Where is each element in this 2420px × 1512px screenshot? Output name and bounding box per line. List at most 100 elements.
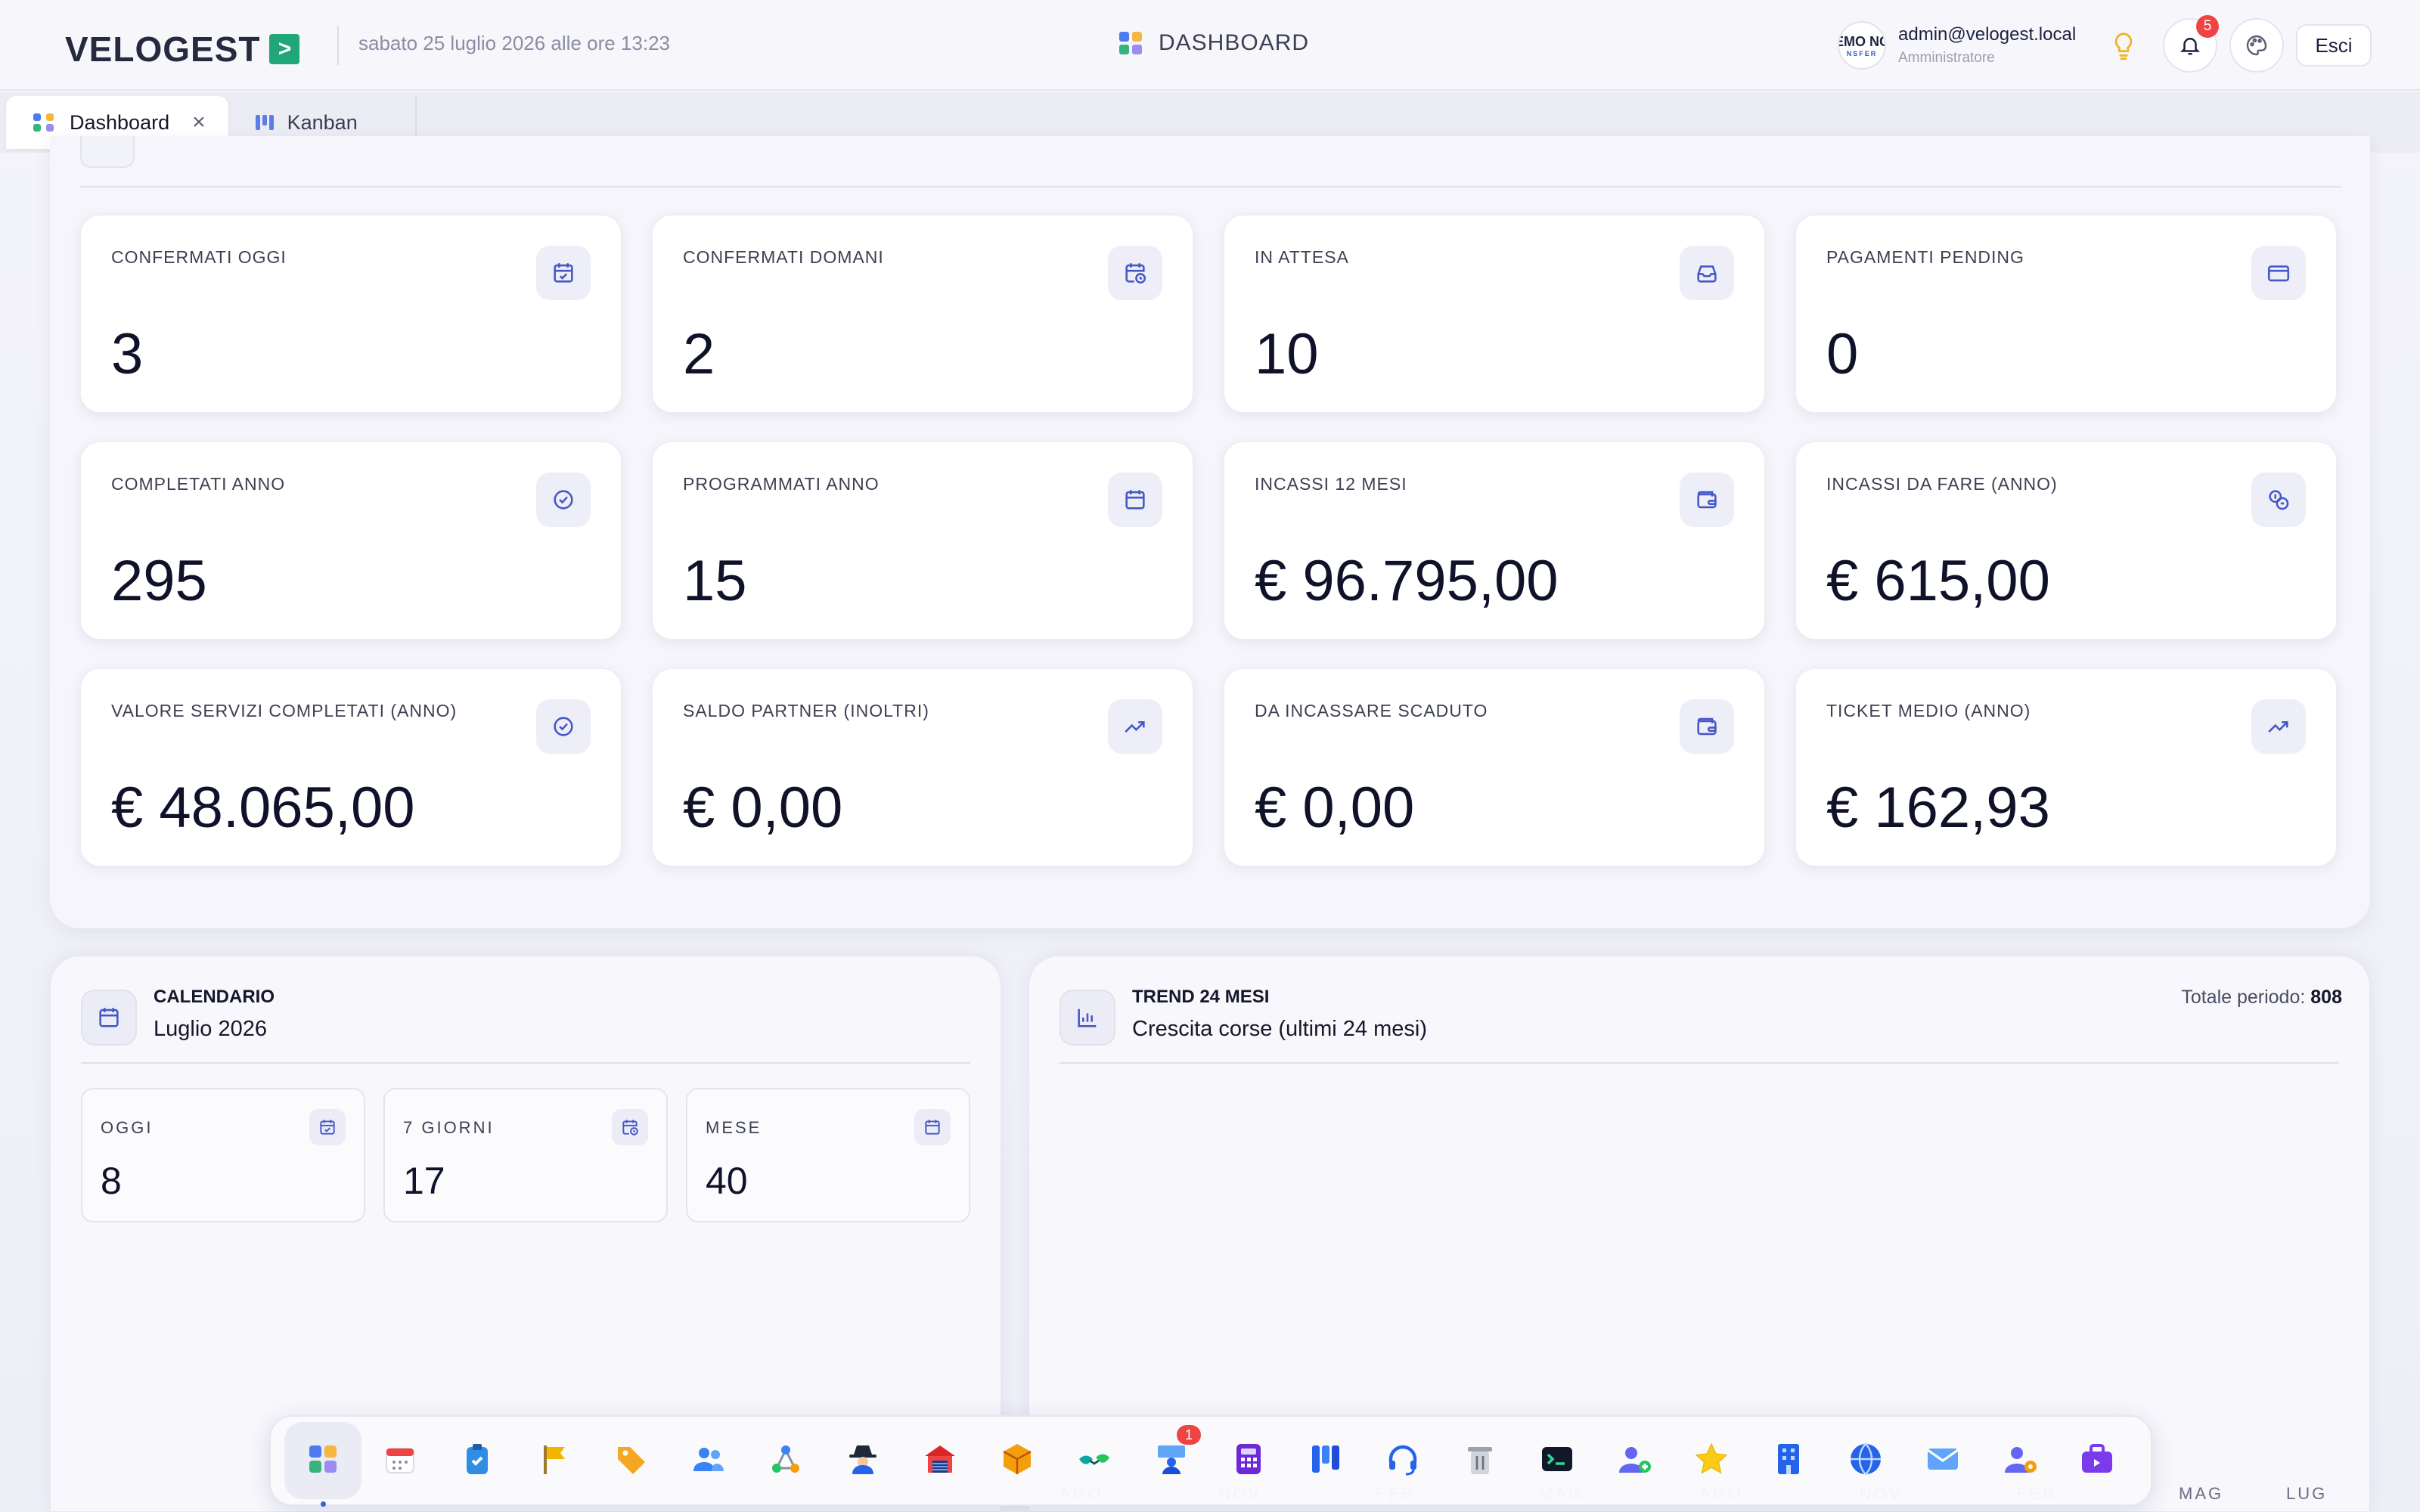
dock-item-handshake[interactable] <box>1056 1422 1133 1499</box>
dock-item-tag[interactable] <box>593 1422 670 1499</box>
dock-item-briefcase[interactable] <box>2059 1422 2136 1499</box>
dock-item-kanban[interactable] <box>1287 1422 1364 1499</box>
kpi-card-incassi-da-fare[interactable]: INCASSI DA FARE (ANNO) € 615,00 <box>1795 442 2337 640</box>
notifications-button[interactable]: 5 <box>2163 15 2219 73</box>
dock-item-spy[interactable] <box>824 1422 901 1499</box>
kpi-label: SALDO PARTNER (INOLTRI) <box>683 701 929 720</box>
kpi-card-saldo-partner[interactable]: SALDO PARTNER (INOLTRI) € 0,00 <box>652 668 1193 866</box>
dock-item-building[interactable] <box>1750 1422 1827 1499</box>
calendar-month-title: Luglio 2026 <box>154 1017 267 1041</box>
terminal-icon <box>1539 1441 1575 1481</box>
trend-kicker: TREND 24 MESI <box>1132 987 1270 1007</box>
dock-item-clipboard[interactable] <box>439 1422 516 1499</box>
kpi-grid: CONFERMATI OGGI 3 CONFERMATI DOMANI 2 IN… <box>80 215 2337 866</box>
kpi-value: € 0,00 <box>683 776 843 840</box>
avatar[interactable]: EMO NC NSFER <box>1838 21 1886 70</box>
user-info: admin@velogest.local Amministratore <box>1898 24 2076 67</box>
dock-item-dashboard-grid[interactable] <box>284 1422 361 1507</box>
dock-item-presenter[interactable]: 1 <box>1133 1422 1210 1499</box>
active-indicator <box>321 1501 326 1507</box>
kpi-label: PROGRAMMATI ANNO <box>683 474 880 494</box>
kpi-card-da-incassare-scaduto[interactable]: DA INCASSARE SCADUTO € 0,00 <box>1224 668 1765 866</box>
mail-icon <box>1925 1441 1961 1481</box>
dock-item-calendar[interactable] <box>361 1422 439 1499</box>
dock-item-user-settings[interactable] <box>1981 1422 2059 1499</box>
network-icon <box>768 1441 804 1481</box>
calendar-clock-icon <box>1108 246 1162 300</box>
kpi-value: 3 <box>111 322 144 386</box>
wallet-icon <box>1680 699 1734 754</box>
dock-badge: 1 <box>1177 1425 1201 1445</box>
briefcase-icon <box>2079 1441 2115 1481</box>
user-email: admin@velogest.local <box>1898 24 2077 45</box>
presenter-icon <box>1153 1441 1190 1481</box>
kpi-label: IN ATTESA <box>1255 247 1349 267</box>
trending-up-icon <box>1108 699 1162 754</box>
calendar-summary: OGGI 8 7 GIORNI 17 MESE 40 <box>81 1088 970 1222</box>
kpi-value: 2 <box>683 322 715 386</box>
kpi-card-valore-servizi[interactable]: VALORE SERVIZI COMPLETATI (ANNO) € 48.06… <box>80 668 622 866</box>
kpi-card-programmati-anno[interactable]: PROGRAMMATI ANNO 15 <box>652 442 1193 640</box>
calendar-card-oggi[interactable]: OGGI 8 <box>81 1088 365 1222</box>
kpi-label: INCASSI DA FARE (ANNO) <box>1826 474 2058 494</box>
kpi-value: € 162,93 <box>1826 776 2050 840</box>
calendar-grid-icon <box>914 1109 951 1145</box>
dock-item-headset[interactable] <box>1364 1422 1441 1499</box>
kpi-card-pagamenti-pending[interactable]: PAGAMENTI PENDING 0 <box>1795 215 2337 413</box>
kpi-label: VALORE SERVIZI COMPLETATI (ANNO) <box>111 701 458 720</box>
trash-icon <box>1462 1441 1498 1481</box>
tab-label: Kanban <box>287 110 358 134</box>
header-divider <box>337 26 339 65</box>
dock-item-mail[interactable] <box>1904 1422 1981 1499</box>
lightbulb-icon[interactable] <box>2110 32 2137 62</box>
kpi-card-completati-anno[interactable]: COMPLETATI ANNO 295 <box>80 442 622 640</box>
kpi-card-in-attesa[interactable]: IN ATTESA 10 <box>1224 215 1765 413</box>
calendar-icon <box>382 1441 418 1481</box>
dock-item-globe[interactable] <box>1827 1422 1904 1499</box>
logout-button[interactable]: Esci <box>2296 24 2372 67</box>
user-menu[interactable]: EMO NC NSFER admin@velogest.local Ammini… <box>1838 21 2076 70</box>
kpi-card-incassi-12-mesi[interactable]: INCASSI 12 MESI € 96.795,00 <box>1224 442 1765 640</box>
calendar-kicker: CALENDARIO <box>154 987 275 1007</box>
kpi-label: TICKET MEDIO (ANNO) <box>1826 701 2031 720</box>
bell-icon <box>2180 38 2201 55</box>
clipboard-icon <box>459 1441 495 1481</box>
kpi-value: 10 <box>1255 322 1319 386</box>
spy-icon <box>845 1441 881 1481</box>
dock-item-warehouse[interactable] <box>901 1422 979 1499</box>
notification-count-badge: 5 <box>2196 15 2219 38</box>
dock-item-user-add[interactable] <box>1596 1422 1673 1499</box>
dock-item-terminal[interactable] <box>1519 1422 1596 1499</box>
page-title-text: DASHBOARD <box>1159 30 1310 55</box>
panel-divider <box>80 186 2341 187</box>
panel-divider <box>81 1062 970 1064</box>
credit-card-icon <box>2251 246 2306 300</box>
kpi-card-confermati-oggi[interactable]: CONFERMATI OGGI 3 <box>80 215 622 413</box>
dock-item-users[interactable] <box>670 1422 747 1499</box>
dock-item-trash[interactable] <box>1441 1422 1519 1499</box>
kpi-card-confermati-domani[interactable]: CONFERMATI DOMANI 2 <box>652 215 1193 413</box>
globe-icon <box>1848 1441 1884 1481</box>
dock-item-flag[interactable] <box>516 1422 593 1499</box>
kpi-label: PAGAMENTI PENDING <box>1826 247 2024 267</box>
close-icon[interactable]: × <box>192 110 206 135</box>
dock-item-network[interactable] <box>747 1422 824 1499</box>
trend-title: Crescita corse (ultimi 24 mesi) <box>1132 1017 1427 1041</box>
flag-icon <box>536 1441 572 1481</box>
page-title: DASHBOARD <box>1119 30 1309 56</box>
theme-button[interactable] <box>2229 18 2284 73</box>
panel-collapse-handle[interactable] <box>80 136 135 168</box>
trend-total-label: Totale periodo: <box>2181 987 2306 1008</box>
calendar-card-7-giorni[interactable]: 7 GIORNI 17 <box>383 1088 668 1222</box>
calculator-icon <box>1230 1441 1267 1481</box>
dock-item-package[interactable] <box>979 1422 1056 1499</box>
headset-icon <box>1385 1441 1421 1481</box>
brand-mark-icon: > <box>269 34 300 64</box>
dock-item-star[interactable] <box>1673 1422 1750 1499</box>
dock-item-calculator[interactable] <box>1210 1422 1287 1499</box>
kpi-card-ticket-medio[interactable]: TICKET MEDIO (ANNO) € 162,93 <box>1795 668 2337 866</box>
brand-logo[interactable]: VELOGEST > <box>65 29 300 70</box>
calendar-check-icon <box>309 1109 346 1145</box>
calendar-card-mese[interactable]: MESE 40 <box>686 1088 970 1222</box>
x-tick-label: LUG <box>2286 1484 2327 1503</box>
